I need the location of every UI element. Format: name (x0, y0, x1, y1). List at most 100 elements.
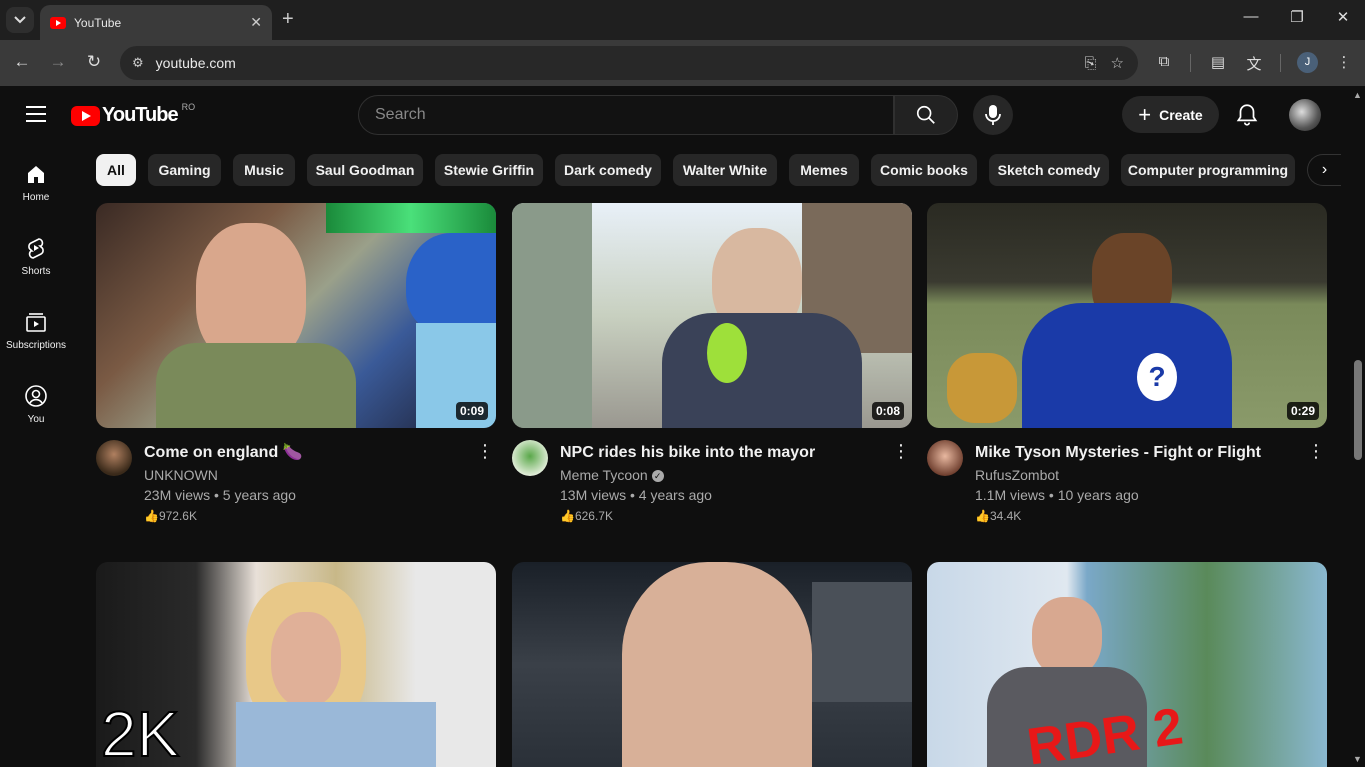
channel-name[interactable]: RufusZombot (975, 467, 1059, 483)
video-thumbnail[interactable]: 0:09 (96, 203, 496, 428)
channel-name[interactable]: Meme Tycoon ✓ (560, 467, 664, 483)
minimize-button[interactable]: — (1236, 8, 1266, 25)
extensions-icon[interactable]: ⧉ (1153, 53, 1175, 70)
video-thumbnail[interactable]: 0:08 (512, 203, 912, 428)
toolbar-divider (1280, 54, 1281, 72)
search-field[interactable] (358, 95, 894, 135)
video-thumbnail[interactable]: 2K (96, 562, 496, 767)
close-window-button[interactable]: ✕ (1328, 8, 1358, 26)
search-button[interactable] (894, 95, 958, 135)
thumbnail-microphone (707, 323, 747, 383)
video-thumbnail[interactable] (512, 562, 912, 767)
sidebar-item-home[interactable]: Home (0, 162, 72, 203)
thumbnail-fist (947, 353, 1017, 423)
channel-avatar[interactable] (96, 440, 132, 476)
search-icon (916, 105, 935, 124)
video-likes: 👍34.4K (975, 509, 1022, 523)
thumbnail-suit (662, 313, 862, 428)
chip-computer-programming[interactable]: Computer programming (1121, 154, 1295, 186)
forward-button[interactable]: → (46, 52, 70, 72)
chip-stewie-griffin[interactable]: Stewie Griffin (435, 154, 543, 186)
thumbnail-hat (406, 233, 496, 333)
video-card[interactable]: 0:08 NPC rides his bike into the mayor M… (512, 203, 912, 528)
url-text: youtube.com (155, 55, 236, 71)
site-settings-icon[interactable]: ⚙ (132, 55, 144, 71)
youtube-page: YouTube RO + Create Home Shorts Subscrip… (0, 86, 1365, 767)
tab-title: YouTube (74, 15, 122, 30)
close-tab-icon[interactable]: ✕ (250, 14, 262, 31)
install-app-icon[interactable]: ⎘ (1085, 55, 1097, 72)
video-duration: 0:29 (1286, 402, 1319, 420)
more-options-icon[interactable]: ⋮ (476, 442, 494, 460)
video-thumbnail[interactable]: ? 0:29 (927, 203, 1327, 428)
create-button[interactable]: + Create (1122, 96, 1219, 133)
youtube-logo[interactable]: YouTube RO (71, 102, 195, 127)
thumbnail-face (1032, 597, 1102, 677)
channel-avatar[interactable] (927, 440, 963, 476)
chip-walter-white[interactable]: Walter White (673, 154, 777, 186)
chip-dark-comedy[interactable]: Dark comedy (555, 154, 661, 186)
sidebar-item-shorts[interactable]: Shorts (0, 236, 72, 277)
tab-search-button[interactable] (6, 7, 34, 33)
scroll-up-icon[interactable]: ▲ (1353, 90, 1362, 100)
chip-all[interactable]: All (96, 154, 136, 186)
chip-gaming[interactable]: Gaming (148, 154, 221, 186)
thumbnail-building (512, 203, 592, 428)
new-tab-button[interactable]: + (282, 8, 294, 31)
channel-name[interactable]: UNKNOWN (144, 467, 218, 483)
address-bar[interactable]: ⚙ youtube.com ⎘ ☆ (120, 46, 1138, 80)
browser-tab-youtube[interactable]: YouTube ✕ (40, 5, 272, 40)
channel-avatar[interactable] (512, 440, 548, 476)
back-button[interactable]: ← (10, 52, 34, 72)
bookmark-star-icon[interactable]: ☆ (1111, 54, 1124, 72)
chip-sketch-comedy[interactable]: Sketch comedy (989, 154, 1109, 186)
search-input[interactable] (375, 106, 893, 124)
chip-saul-goodman[interactable]: Saul Goodman (307, 154, 423, 186)
thumbs-up-icon: 👍 (560, 509, 575, 523)
profile-avatar[interactable]: J (1297, 52, 1318, 73)
more-options-icon[interactable]: ⋮ (892, 442, 910, 460)
scroll-down-icon[interactable]: ▼ (1353, 754, 1362, 764)
video-card[interactable]: RDR 2 (927, 562, 1327, 767)
video-thumbnail[interactable]: RDR 2 (927, 562, 1327, 767)
sidebar-item-you[interactable]: You (0, 384, 72, 425)
sidebar-item-label: You (27, 414, 45, 425)
video-title[interactable]: NPC rides his bike into the mayor (560, 442, 880, 464)
video-stats: 13M views • 4 years ago (560, 487, 712, 503)
video-card[interactable]: 0:09 Come on england 🍆 UNKNOWN 23M views… (96, 203, 496, 528)
bell-icon (1236, 104, 1258, 126)
translate-icon[interactable]: 文 (1243, 53, 1265, 74)
voice-search-button[interactable] (973, 95, 1013, 135)
video-stats: 1.1M views • 10 years ago (975, 487, 1139, 503)
account-avatar[interactable] (1289, 99, 1321, 131)
question-mark-icon: ? (1137, 353, 1177, 401)
video-likes: 👍972.6K (144, 509, 197, 523)
hamburger-menu-icon[interactable] (26, 106, 46, 127)
browser-toolbar: ← → ↻ ⚙ youtube.com ⎘ ☆ ⧉ ▤ 文 J ⋮ (0, 40, 1365, 86)
chip-memes[interactable]: Memes (789, 154, 859, 186)
scrollbar-thumb[interactable] (1354, 360, 1362, 460)
chip-music[interactable]: Music (233, 154, 295, 186)
chips-next-button[interactable]: › (1307, 154, 1341, 186)
thumbnail-text: 2K (100, 697, 180, 767)
notifications-button[interactable] (1234, 102, 1260, 128)
subscriptions-icon (26, 313, 46, 332)
reload-button[interactable]: ↻ (82, 52, 106, 72)
video-card[interactable]: ? 0:29 Mike Tyson Mysteries - Fight or F… (927, 203, 1327, 528)
sidebar-item-subscriptions[interactable]: Subscriptions (0, 310, 72, 351)
more-options-icon[interactable]: ⋮ (1307, 442, 1325, 460)
create-label: Create (1159, 106, 1203, 123)
video-card[interactable] (512, 562, 912, 767)
side-panel-icon[interactable]: ▤ (1207, 53, 1229, 71)
logo-wordmark: YouTube (102, 104, 179, 126)
video-title[interactable]: Mike Tyson Mysteries - Fight or Flight (975, 442, 1295, 464)
video-title[interactable]: Come on england 🍆 (144, 442, 464, 464)
video-card[interactable]: 2K (96, 562, 496, 767)
video-likes: 👍626.7K (560, 509, 613, 523)
restore-button[interactable]: ❐ (1282, 8, 1312, 26)
video-duration: 0:09 (455, 402, 488, 420)
chip-comic-books[interactable]: Comic books (871, 154, 977, 186)
youtube-favicon-icon (50, 16, 66, 29)
toolbar-divider (1190, 54, 1191, 72)
browser-menu-icon[interactable]: ⋮ (1333, 53, 1355, 71)
